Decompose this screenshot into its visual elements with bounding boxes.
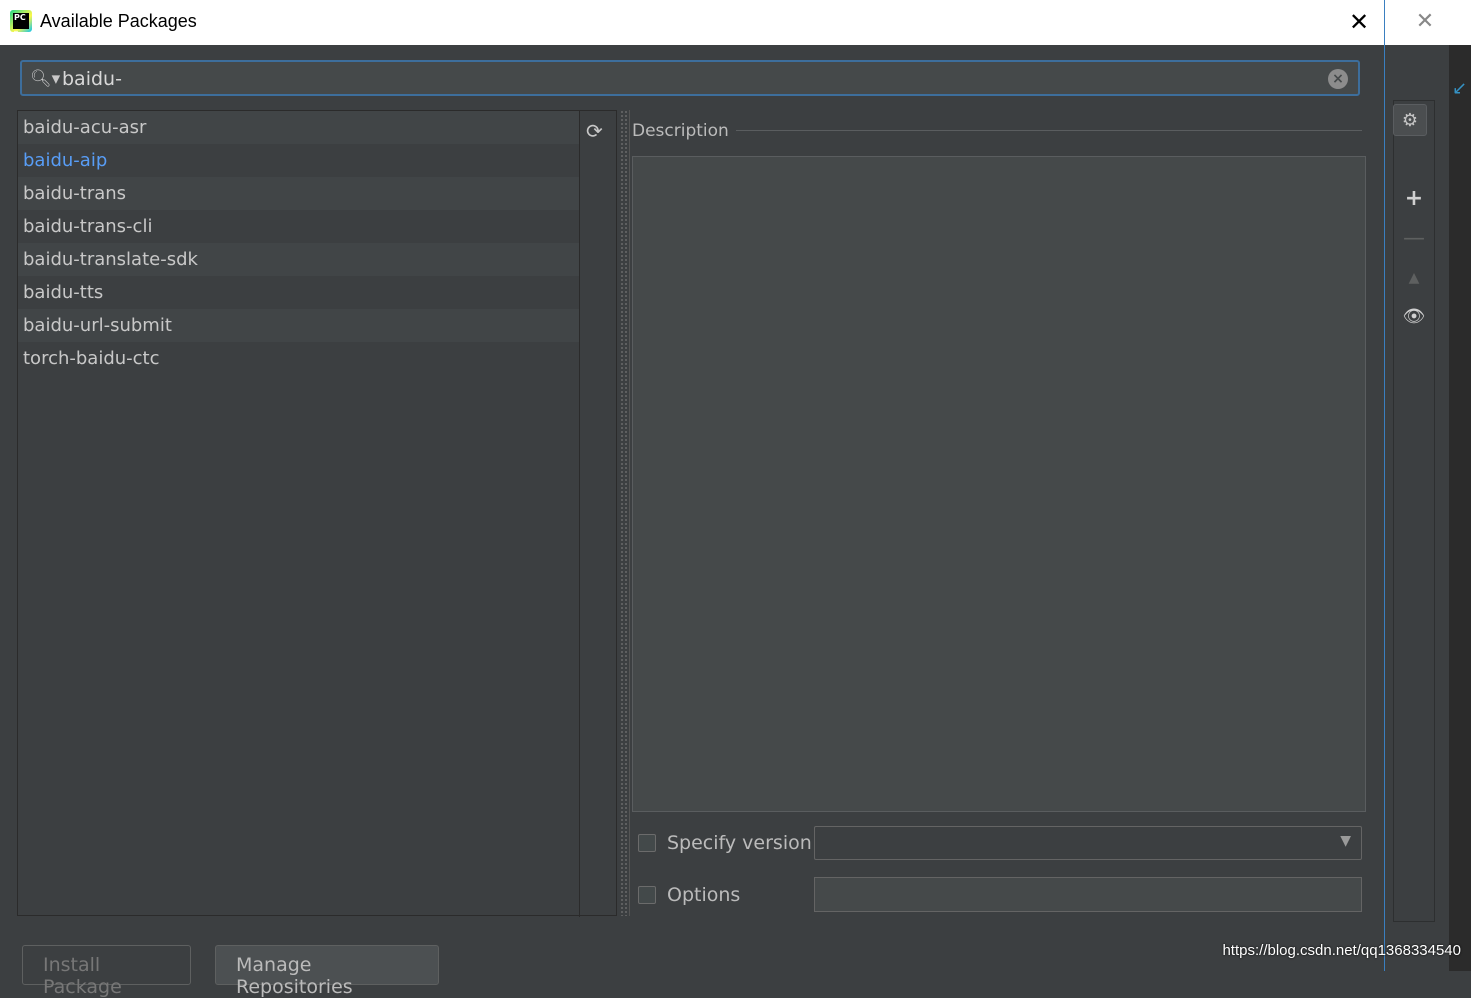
specify-version-checkbox[interactable]: [638, 834, 656, 852]
clear-icon[interactable]: ×: [1328, 69, 1348, 89]
splitter-line: [629, 110, 630, 916]
options-input[interactable]: [814, 877, 1362, 912]
close-icon[interactable]: ✕: [1343, 8, 1375, 36]
specify-version-label: Specify version: [667, 832, 812, 854]
description-divider: [736, 130, 1362, 131]
background-close-icon[interactable]: ✕: [1415, 10, 1435, 34]
refresh-icon[interactable]: ⟳: [586, 119, 603, 143]
description-box: [632, 156, 1366, 812]
description-label: Description: [632, 121, 729, 141]
list-item[interactable]: baidu-aip: [18, 144, 579, 177]
options-checkbox[interactable]: [638, 886, 656, 904]
watermark-url: https://blog.csdn.net/qq1368334540: [1222, 942, 1461, 959]
package-list: baidu-acu-asr baidu-aip baidu-trans baidu-t…: [18, 111, 579, 917]
version-select[interactable]: ▼: [814, 826, 1362, 860]
list-item[interactable]: torch-baidu-ctc: [18, 342, 579, 375]
eye-icon[interactable]: 👁: [1397, 300, 1431, 332]
upgrade-icon: ▲: [1408, 270, 1420, 286]
chevron-down-icon: ▼: [1340, 833, 1351, 849]
dialog-titlebar: PC _ Available Packages ✕: [0, 0, 1384, 45]
remove-package-icon: —: [1403, 225, 1425, 251]
pycharm-icon: PC _: [10, 10, 32, 32]
available-packages-dialog: PC_ Available Packages ✕ 🔍︎▾ × baidu-acu…: [0, 0, 1385, 998]
manage-repositories-button[interactable]: Manage Repositories: [215, 945, 439, 998]
panel-splitter[interactable]: [620, 110, 628, 916]
list-item[interactable]: baidu-trans: [18, 177, 579, 210]
search-icon[interactable]: 🔍︎▾: [30, 69, 60, 89]
options-label: Options: [667, 884, 741, 906]
list-item[interactable]: baidu-trans-cli: [18, 210, 579, 243]
arrow-icon: ↙: [1452, 78, 1468, 99]
search-input[interactable]: [60, 65, 1324, 93]
list-item[interactable]: baidu-translate-sdk: [18, 243, 579, 276]
dialog-title: Available Packages: [40, 11, 197, 31]
add-package-icon[interactable]: +: [1397, 182, 1431, 214]
package-search-field[interactable]: 🔍︎▾ ×: [20, 60, 1360, 96]
list-divider: [579, 111, 580, 917]
package-list-panel: baidu-acu-asr baidu-aip baidu-trans baidu-t…: [17, 110, 617, 917]
gear-icon[interactable]: ⚙: [1393, 104, 1427, 136]
list-item[interactable]: baidu-tts: [18, 276, 579, 309]
install-package-button[interactable]: Install Package: [22, 945, 191, 998]
list-item[interactable]: baidu-url-submit: [18, 309, 579, 342]
list-item[interactable]: baidu-acu-asr: [18, 111, 579, 144]
background-editor-strip: [1449, 45, 1471, 971]
